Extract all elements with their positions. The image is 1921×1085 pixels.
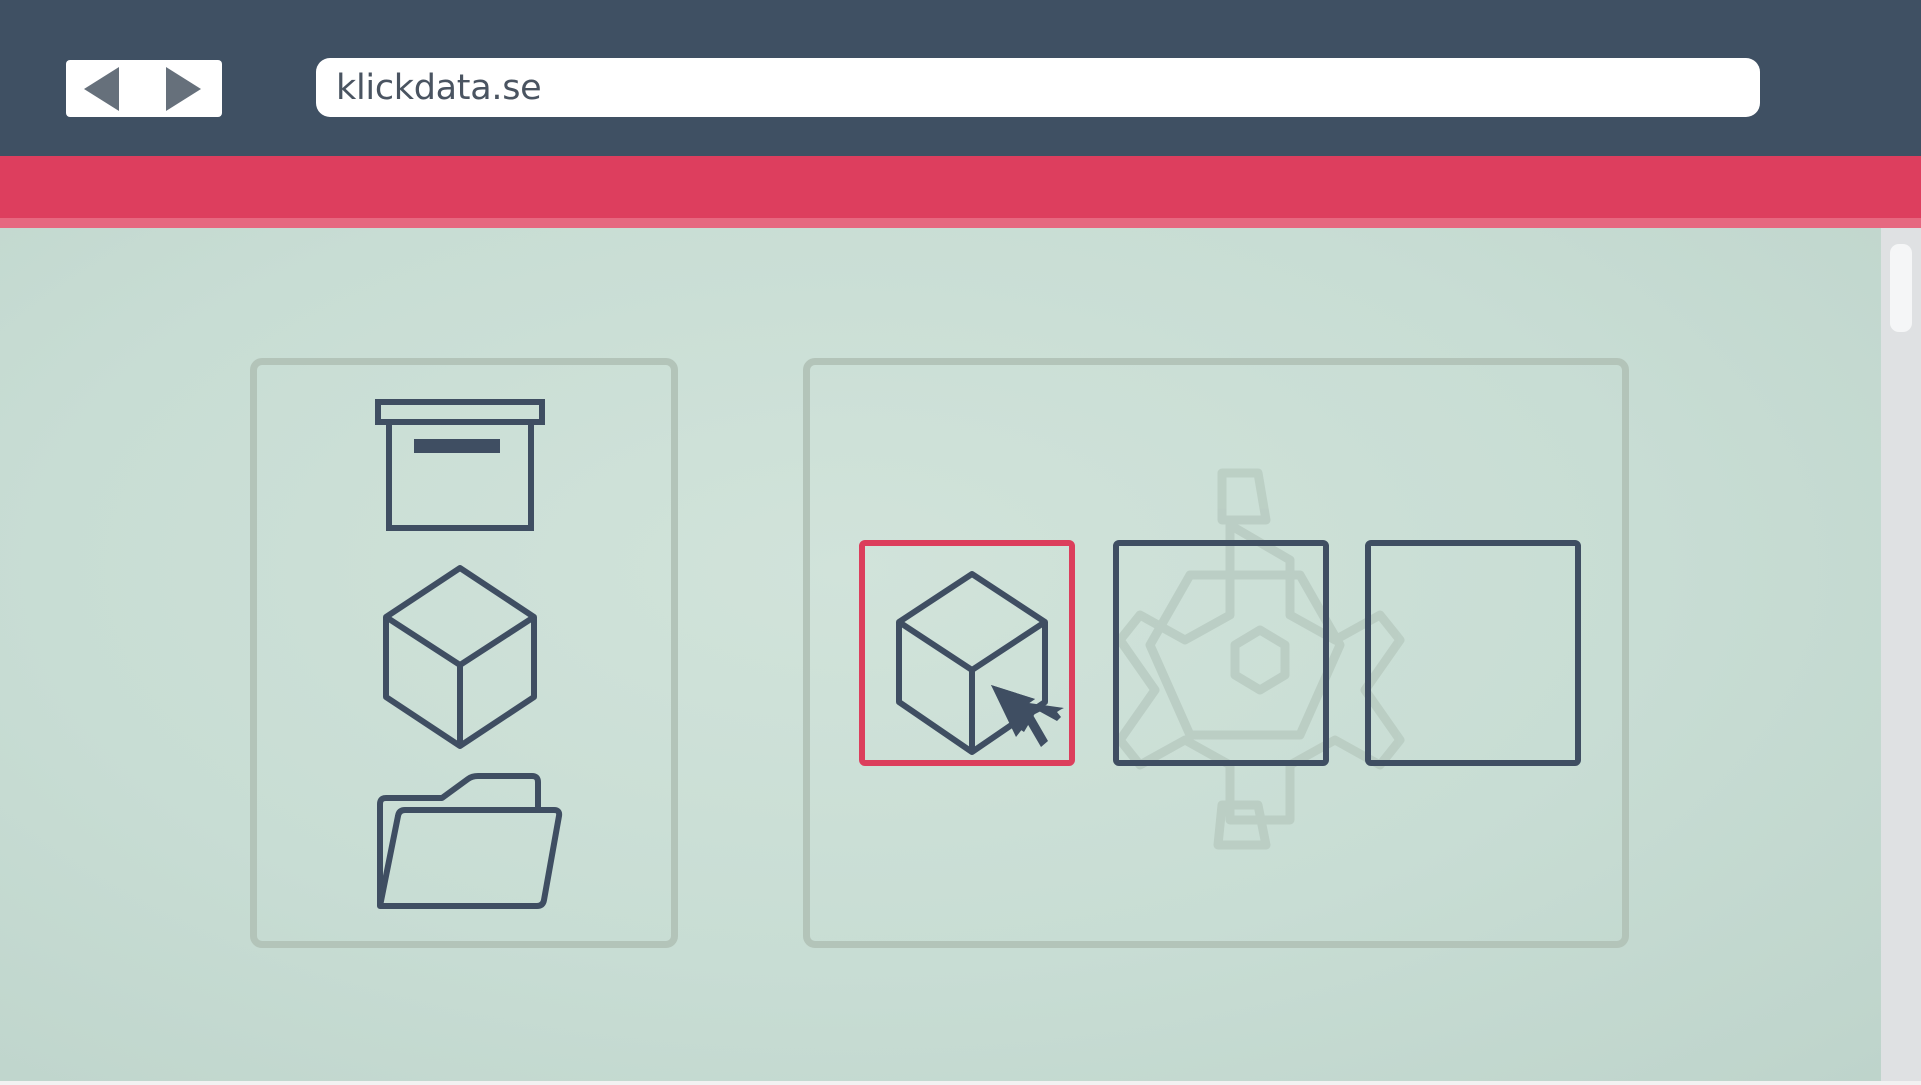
archive-box-icon[interactable] bbox=[370, 394, 550, 538]
scrollbar-track[interactable] bbox=[1881, 228, 1921, 1081]
accent-bar bbox=[0, 156, 1921, 218]
forward-button[interactable] bbox=[144, 60, 222, 117]
cube-icon[interactable] bbox=[380, 563, 540, 751]
navigation-buttons bbox=[66, 60, 222, 117]
back-arrow-icon bbox=[84, 67, 119, 111]
bottom-edge bbox=[0, 1081, 1921, 1085]
back-button[interactable] bbox=[66, 60, 144, 117]
address-text: klickdata.se bbox=[336, 67, 542, 108]
address-bar[interactable]: klickdata.se bbox=[316, 58, 1760, 117]
mouse-pointer-icon bbox=[991, 685, 1064, 747]
tile-3[interactable] bbox=[1365, 540, 1581, 766]
browser-toolbar: klickdata.se bbox=[0, 0, 1921, 156]
scrollbar-thumb[interactable] bbox=[1890, 244, 1912, 332]
folder-open-icon[interactable] bbox=[372, 768, 566, 912]
forward-arrow-icon bbox=[166, 67, 201, 111]
accent-bar-edge bbox=[0, 218, 1921, 228]
tile-2[interactable] bbox=[1113, 540, 1329, 766]
